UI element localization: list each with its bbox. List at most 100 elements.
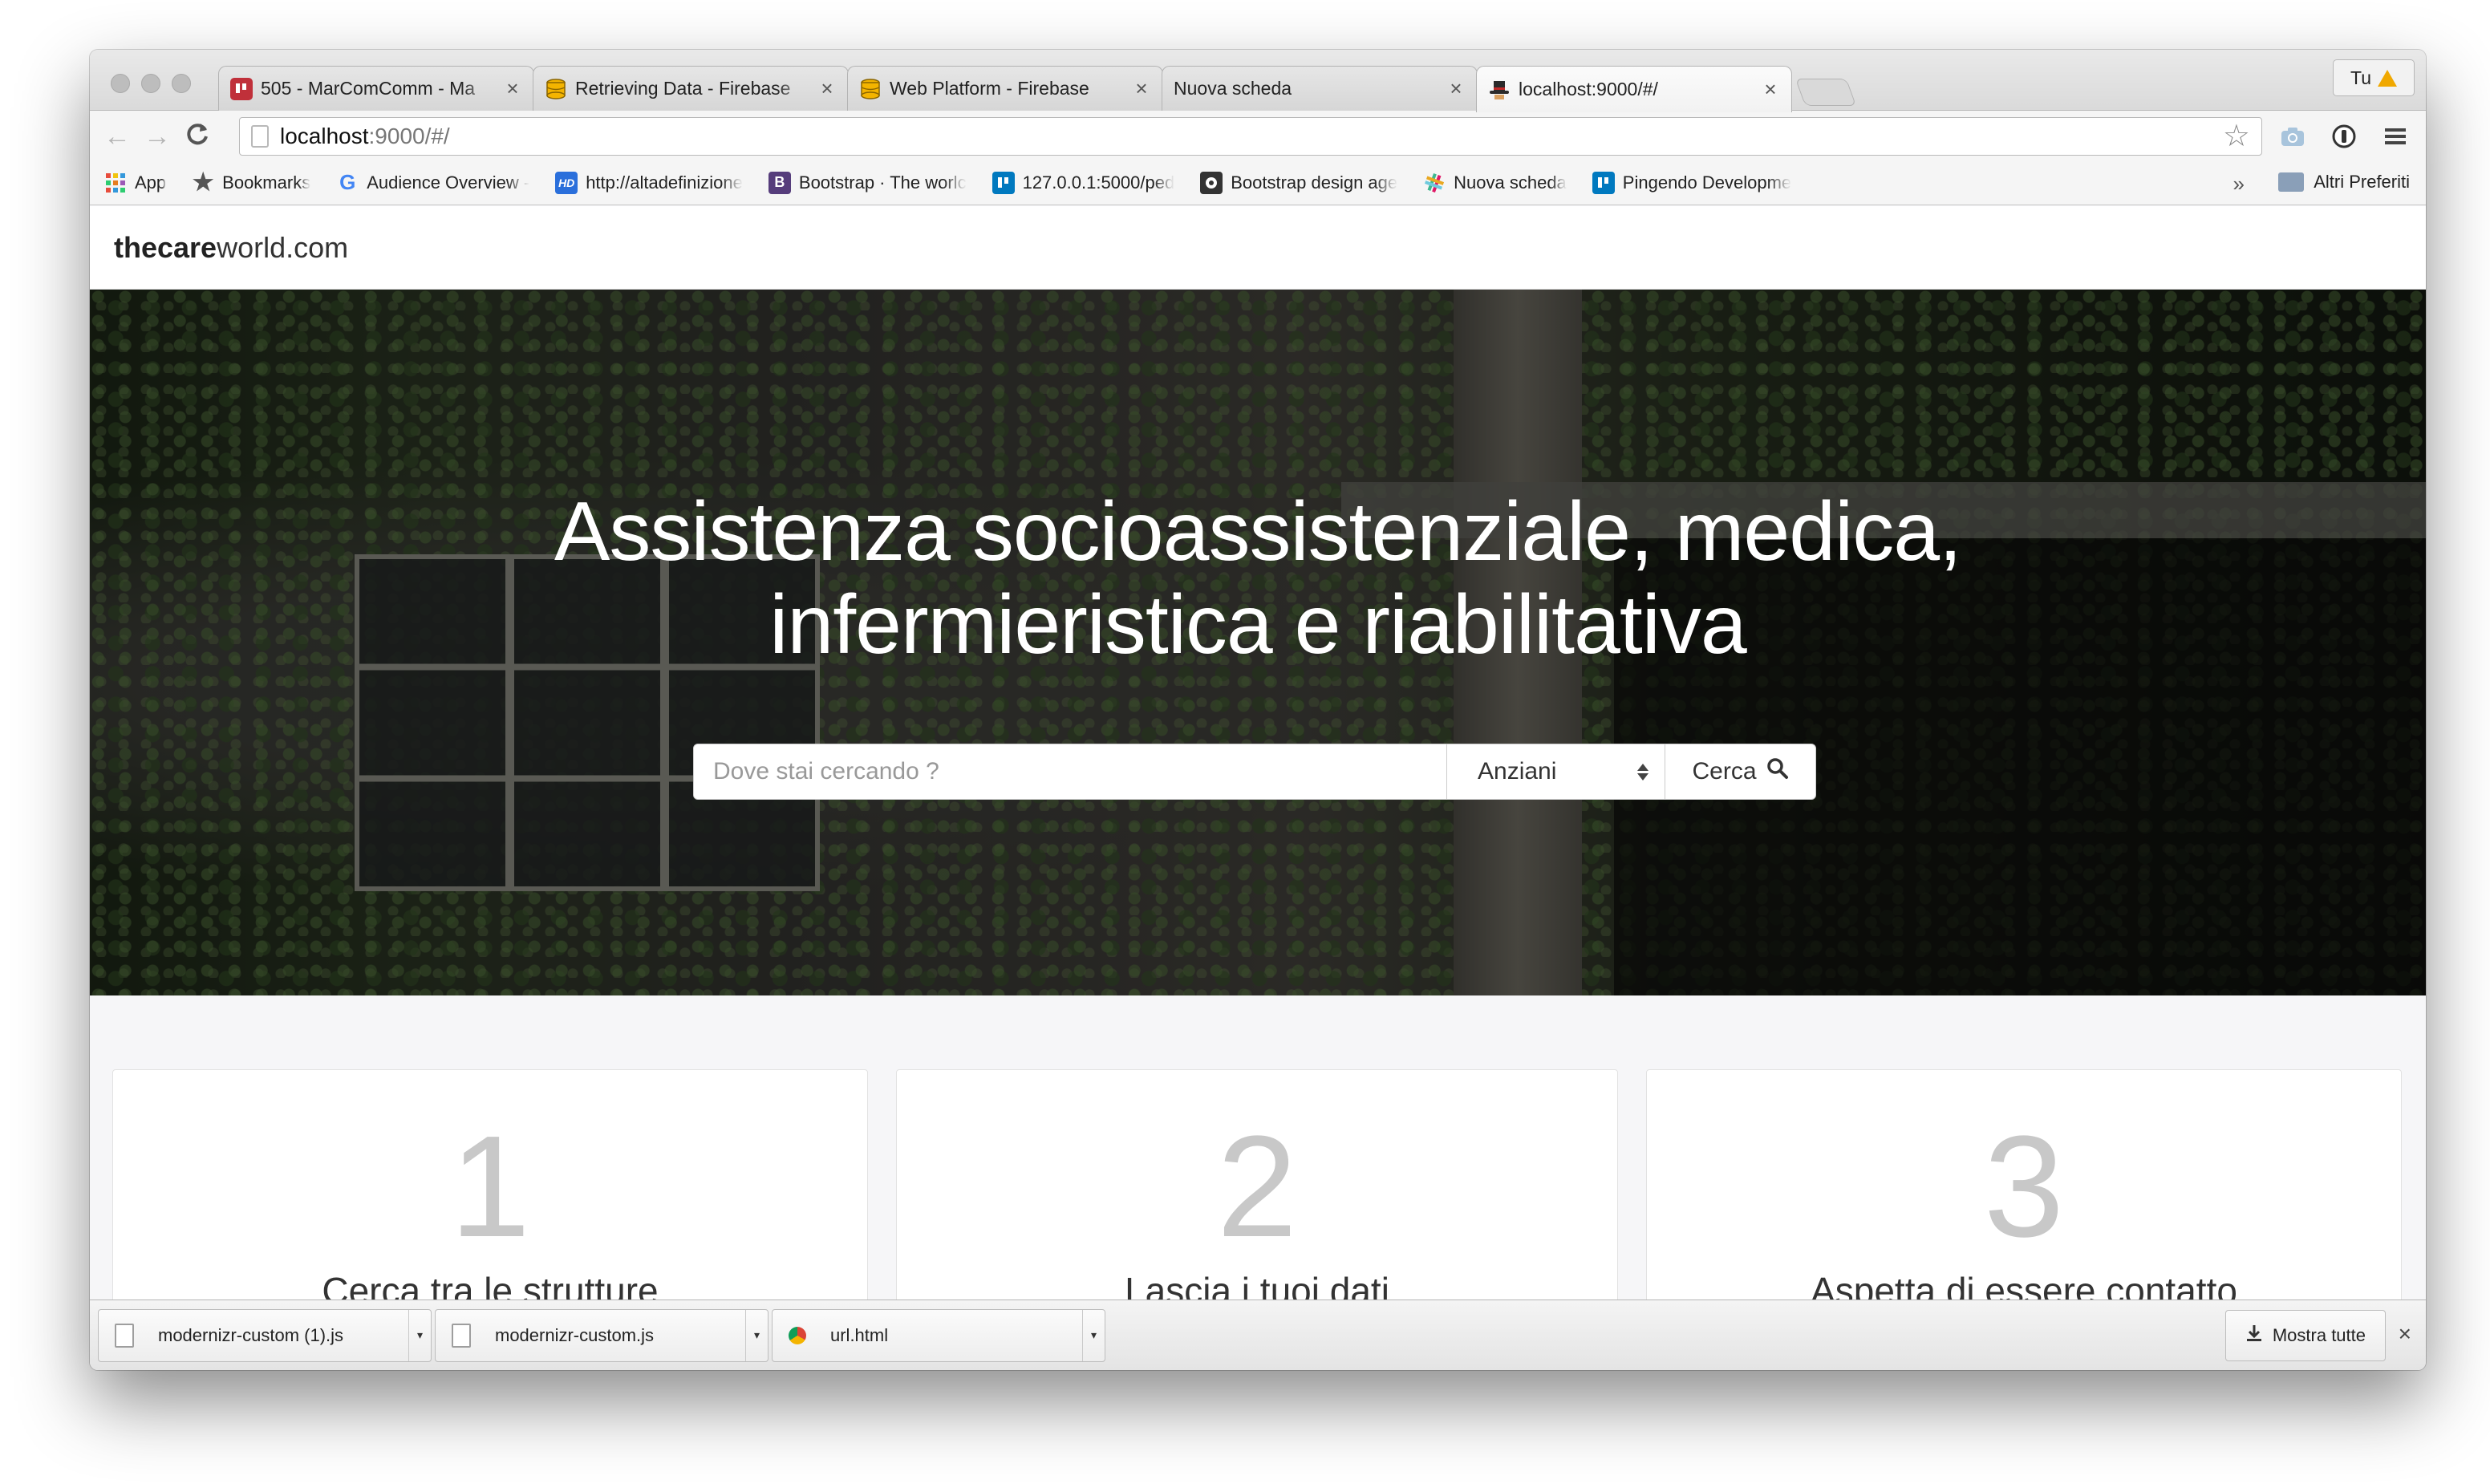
download-icon <box>2245 1324 2263 1348</box>
other-bookmarks[interactable]: Altri Preferiti <box>2278 172 2410 193</box>
github-icon <box>1200 171 1223 194</box>
tab-close-icon[interactable]: × <box>1132 76 1151 101</box>
window-controls <box>111 74 191 93</box>
reload-icon[interactable] <box>181 120 213 152</box>
bookmark-label: Bootstrap design age <box>1231 172 1398 193</box>
category-select[interactable]: Anziani <box>1446 744 1665 799</box>
tab-marcomcomm[interactable]: 505 - MarComComm - Ma × <box>218 66 534 111</box>
tab-close-icon[interactable]: × <box>503 76 522 101</box>
step-number: 2 <box>1216 1106 1298 1267</box>
close-shelf-icon[interactable]: × <box>2399 1321 2411 1347</box>
page-viewport: thecareworld.com Assistenza socioassiste… <box>90 206 2426 1348</box>
show-all-downloads-button[interactable]: Mostra tutte <box>2224 1310 2386 1361</box>
trello-icon <box>992 171 1015 194</box>
bookmark-label: http://altadefinizione <box>586 172 743 193</box>
back-arrow-icon[interactable]: ← <box>101 120 133 152</box>
bookmark-bootstrap-design[interactable]: Bootstrap design age <box>1200 171 1398 194</box>
star-icon: ★ <box>192 169 214 196</box>
bookmark-star-icon[interactable]: ☆ <box>2223 121 2250 152</box>
browser-toolbar: ← → localhost:9000/#/ ☆ <box>90 111 2426 160</box>
firebase-icon <box>859 78 882 100</box>
download-item[interactable]: url.html ▾ <box>772 1308 1105 1362</box>
steps-section: 1 Cerca tra le strutture 2 Lascia i tuoi… <box>112 1069 2402 1326</box>
url-text: localhost:9000/#/ <box>280 124 450 148</box>
google-icon: G <box>339 170 356 194</box>
download-shelf: modernizr-custom (1).js ▾ modernizr-cust… <box>90 1300 2426 1370</box>
minimize-window-button[interactable] <box>141 74 160 93</box>
download-item[interactable]: modernizr-custom.js ▾ <box>435 1308 768 1362</box>
tab-title: Retrieving Data - Firebase <box>575 78 791 99</box>
search-button[interactable]: Cerca <box>1665 744 1815 799</box>
download-item[interactable]: modernizr-custom (1).js ▾ <box>98 1308 432 1362</box>
trello-icon <box>230 77 253 100</box>
bookmarks-bar: App ★ Bookmarks G Audience Overview - HD… <box>90 160 2426 205</box>
site-navbar: thecareworld.com <box>90 206 2426 290</box>
search-button-label: Cerca <box>1692 758 1757 785</box>
tab-localhost[interactable]: localhost:9000/#/ × <box>1476 66 1792 112</box>
bookmark-label: Bookmarks <box>222 172 311 193</box>
tab-close-icon[interactable]: × <box>1446 76 1466 101</box>
bookmark-label: Nuova scheda <box>1454 172 1567 193</box>
address-bar[interactable]: localhost:9000/#/ ☆ <box>239 117 2262 156</box>
step-number: 3 <box>1983 1106 2065 1267</box>
bookmark-audience-overview[interactable]: G Audience Overview - <box>336 170 530 194</box>
tab-close-icon[interactable]: × <box>1761 77 1780 102</box>
tab-title: Nuova scheda <box>1174 78 1292 99</box>
new-tab-button[interactable] <box>1795 79 1857 106</box>
download-filename: modernizr-custom (1).js <box>158 1324 344 1345</box>
download-menu-caret-icon[interactable]: ▾ <box>1082 1309 1105 1361</box>
file-icon <box>452 1323 471 1348</box>
tab-list: 505 - MarComComm - Ma × Retrieving Data … <box>218 66 1857 112</box>
step-card: 3 Aspetta di essere contatto <box>1646 1069 2402 1326</box>
bookmark-app[interactable]: App <box>104 172 166 194</box>
trello-icon <box>1592 171 1615 194</box>
menu-icon[interactable] <box>2381 122 2410 151</box>
bookmark-label: 127.0.0.1:5000/ped <box>1022 172 1175 193</box>
bookmark-label: Audience Overview - <box>367 172 530 193</box>
profile-button[interactable]: Tu <box>2333 59 2415 96</box>
download-filename: modernizr-custom.js <box>495 1324 655 1345</box>
hero-section: Assistenza socioassistenziale, medica, i… <box>90 290 2426 995</box>
hd-icon: HD <box>555 171 578 194</box>
hero-title: Assistenza socioassistenziale, medica, i… <box>554 485 1962 671</box>
password-manager-icon[interactable] <box>2330 122 2358 151</box>
category-select-value: Anziani <box>1478 758 1557 785</box>
tab-retrieving-data[interactable]: Retrieving Data - Firebase × <box>533 66 849 111</box>
bookmark-nuova-scheda[interactable]: Nuova scheda <box>1423 172 1567 194</box>
step-card: 1 Cerca tra le strutture <box>112 1069 868 1326</box>
select-arrows-icon <box>1637 763 1649 781</box>
site-brand-link[interactable]: thecareworld.com <box>114 231 348 265</box>
other-bookmarks-label: Altri Preferiti <box>2314 172 2410 192</box>
file-icon <box>115 1323 134 1348</box>
tab-close-icon[interactable]: × <box>817 76 837 101</box>
browser-window: 505 - MarComComm - Ma × Retrieving Data … <box>90 50 2426 1370</box>
step-number: 1 <box>449 1106 531 1267</box>
bookmark-pingendo[interactable]: Pingendo Developme <box>1592 171 1792 194</box>
download-menu-caret-icon[interactable]: ▾ <box>408 1309 431 1361</box>
bookmark-localhost-5000[interactable]: 127.0.0.1:5000/ped <box>992 171 1175 194</box>
tab-web-platform[interactable]: Web Platform - Firebase × <box>847 66 1163 111</box>
download-menu-caret-icon[interactable]: ▾ <box>745 1309 768 1361</box>
forward-arrow-icon[interactable]: → <box>141 120 173 152</box>
firebase-icon <box>545 78 567 100</box>
step-card: 2 Lascia i tuoi dati <box>896 1069 1618 1326</box>
more-bookmarks-chevron-icon[interactable]: » <box>2233 172 2245 197</box>
zoom-window-button[interactable] <box>172 74 191 93</box>
close-window-button[interactable] <box>111 74 130 93</box>
tab-nuova-scheda[interactable]: Nuova scheda × <box>1162 66 1478 111</box>
camera-extension-icon[interactable] <box>2278 122 2307 151</box>
bookmark-label: App <box>135 172 167 193</box>
tab-title: localhost:9000/#/ <box>1519 79 1658 99</box>
show-all-label: Mostra tutte <box>2272 1325 2366 1345</box>
bootstrap-icon: B <box>768 171 791 194</box>
folder-icon <box>2278 172 2305 192</box>
tab-strip: 505 - MarComComm - Ma × Retrieving Data … <box>90 50 2426 112</box>
bookmark-bookmarks[interactable]: ★ Bookmarks <box>192 169 311 196</box>
bookmark-bootstrap[interactable]: B Bootstrap · The worlc <box>768 171 967 194</box>
location-search-input[interactable] <box>694 744 1446 799</box>
bookmark-altadefinizione[interactable]: HD http://altadefinizione <box>555 171 743 194</box>
bookmark-label: Pingendo Developme <box>1622 172 1792 193</box>
tab-title: Web Platform - Firebase <box>890 78 1089 99</box>
page-icon <box>251 125 269 148</box>
search-icon <box>1766 757 1789 786</box>
